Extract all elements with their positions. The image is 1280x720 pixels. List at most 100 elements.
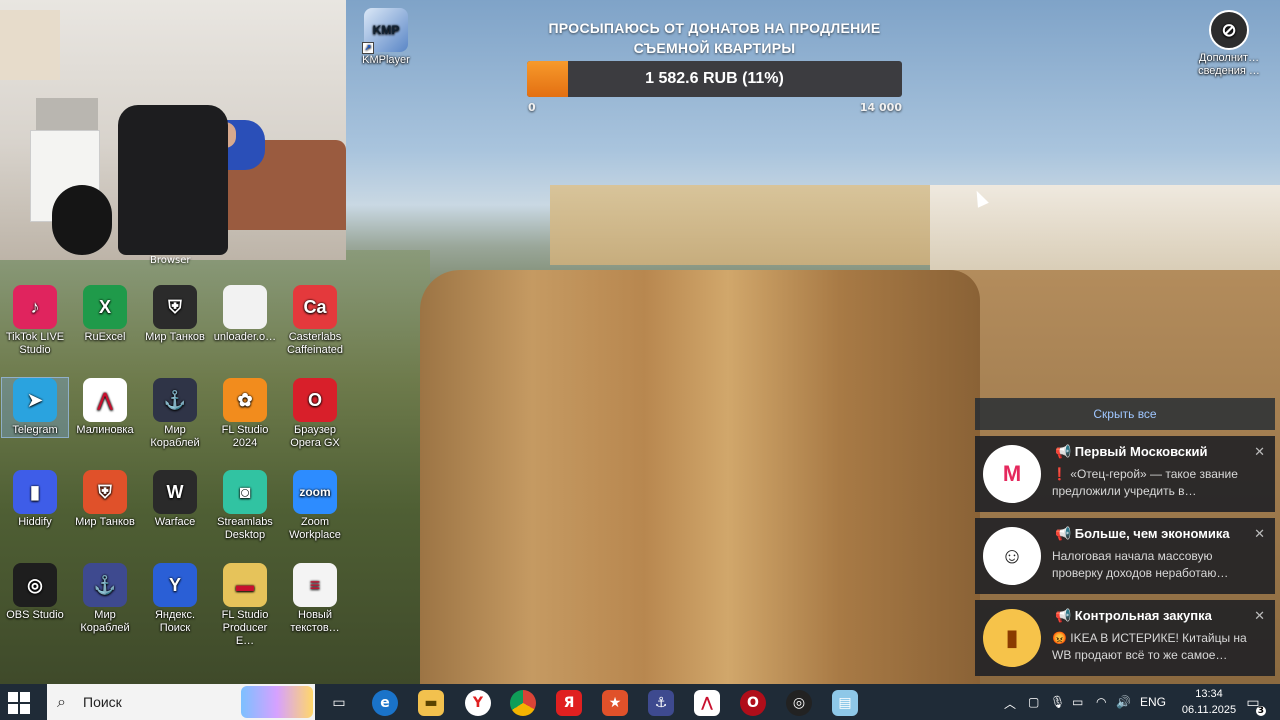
desktop-icon-info[interactable]: ⊘ Дополнит… сведения … <box>1196 10 1262 78</box>
obs-icon: ◎ <box>13 563 57 607</box>
notification-channel: 📢 Больше, чем экономика <box>1055 526 1230 541</box>
battery-icon[interactable]: ▭ <box>1072 695 1083 709</box>
malinovka-icon[interactable]: ⋀ <box>694 690 720 716</box>
desktop-icon-label: KMPlayer <box>362 54 410 66</box>
taskbar-search[interactable]: ⌕ Поиск <box>47 684 315 720</box>
taskbar: ⌕ Поиск ▭ e ▬ Y Я ★ ⚓ ⋀ O ◎ ▤ ︿ ▢ 🎙 ▭ ◠ … <box>0 684 1280 720</box>
language-indicator[interactable]: ENG <box>1140 695 1166 709</box>
notification-panel: Скрыть все М 📢 Первый Московский ❗ «Отец… <box>975 398 1275 676</box>
warface-icon: W <box>153 470 197 514</box>
search-highlight-art <box>241 686 313 718</box>
yandex-browser-icon[interactable]: Y <box>465 690 491 716</box>
channel-avatar: ▮ <box>983 609 1041 667</box>
tank-game-icon[interactable]: ★ <box>602 690 628 716</box>
donation-amount: 1 582.6 RUB (11%) <box>645 70 784 87</box>
channel-avatar: М <box>983 445 1041 503</box>
casterlabs-icon: Ca <box>293 285 337 329</box>
chrome-icon[interactable] <box>510 690 536 716</box>
desktop-icon[interactable]: ⚓ Мир Кораблей <box>142 378 208 450</box>
tray-chevron-icon[interactable]: ︿ <box>1004 695 1016 712</box>
desktop-icon-label: FL Studio Producer E… <box>221 609 269 647</box>
desktop-icon[interactable]: ⛨ Мир Танков <box>72 470 138 529</box>
operagx-icon: O <box>293 378 337 422</box>
tank-icon: ⛨ <box>83 470 127 514</box>
clock-time: 13:34 <box>1195 688 1223 700</box>
desktop-icon[interactable]: ≡ Новый текстов… <box>282 563 348 635</box>
taskbar-clock[interactable]: 13:34 06.11.2025 <box>1178 686 1240 718</box>
notification-center-icon[interactable]: ▭ 3 <box>1240 690 1266 716</box>
edge-icon[interactable]: e <box>372 690 398 716</box>
search-placeholder: Поиск <box>83 694 122 710</box>
desktop-icon-label: Мир Танков <box>145 331 205 343</box>
desktop-icon[interactable]: ▮ Hiddify <box>2 470 68 529</box>
desktop-icon-label: Telegram <box>12 424 58 436</box>
desktop-icon[interactable]: W Warface <box>142 470 208 529</box>
close-icon[interactable]: ✕ <box>1254 526 1265 542</box>
desktop-icon[interactable]: ♪ TikTok LIVE Studio <box>2 285 68 357</box>
close-icon[interactable]: ✕ <box>1254 444 1265 460</box>
close-icon[interactable]: ✕ <box>1254 608 1265 624</box>
yandex-icon: Y <box>153 563 197 607</box>
desktop-icon-label: Hiddify <box>18 516 52 528</box>
desktop-icon[interactable]: Ca Casterlabs Caffeinated <box>282 285 348 357</box>
wifi-icon[interactable]: ◠ <box>1096 695 1106 709</box>
donation-min: 0 <box>528 101 536 114</box>
desktop-icon-label: FL Studio 2024 <box>221 424 269 449</box>
microphone-icon[interactable]: 🎙 <box>1050 695 1065 709</box>
desktop-icon-label: Яндекс. Поиск <box>154 609 196 634</box>
desktop-icon-label: Малиновка <box>76 424 134 436</box>
desktop-icon[interactable]: Y Яндекс. Поиск <box>142 563 208 635</box>
desktop-icon[interactable]: ⚓ Мир Кораблей <box>72 563 138 635</box>
desktop-icon-label: Мир Кораблей <box>80 609 130 634</box>
hide-all-button[interactable]: Скрыть все <box>975 398 1275 430</box>
obs-icon[interactable]: ◎ <box>786 690 812 716</box>
channel-avatar: ☺ <box>983 527 1041 585</box>
desktop-icon[interactable]: zoom Zoom Workplace <box>282 470 348 542</box>
desktop-icon-label: Casterlabs Caffeinated <box>286 331 344 356</box>
notification-card[interactable]: ▮ 📢 Контрольная закупка 😡 IKEA В ИСТЕРИК… <box>975 600 1275 676</box>
desktop-icon-label: Мир Танков <box>75 516 135 528</box>
webcam-overlay <box>0 0 346 260</box>
notification-count-badge: 3 <box>1255 706 1266 716</box>
desktop-icon[interactable]: ✿ FL Studio 2024 <box>212 378 278 450</box>
hiddify-icon: ▮ <box>13 470 57 514</box>
notification-card[interactable]: М 📢 Первый Московский ❗ «Отец-герой» — т… <box>975 436 1275 512</box>
cliff-scenery <box>420 270 980 684</box>
yandex-icon[interactable]: Я <box>556 690 582 716</box>
tray-device-icon[interactable]: ▢ <box>1028 695 1039 709</box>
desktop-icon[interactable]: O Браузер Opera GX <box>282 378 348 450</box>
clock-date: 06.11.2025 <box>1181 704 1237 716</box>
ship-icon: ⚓ <box>153 378 197 422</box>
malinovka-icon: ⋀ <box>83 378 127 422</box>
desktop-icon-label: Мир Кораблей <box>150 424 200 449</box>
desktop-icon[interactable]: ➤ Telegram <box>1 377 69 438</box>
desktop-icon[interactable]: ▬ FL Studio Producer E… <box>212 563 278 648</box>
ship-game-icon[interactable]: ⚓ <box>648 690 674 716</box>
volume-icon[interactable]: 🔊 <box>1116 695 1131 709</box>
notification-card[interactable]: ☺ 📢 Больше, чем экономика Налоговая нача… <box>975 518 1275 594</box>
desktop-icon-label: TikTok LIVE Studio <box>5 331 65 356</box>
kmplayer-icon: KMP ↗ <box>362 8 408 54</box>
windows-start-icon[interactable] <box>8 692 30 714</box>
desktop-icon[interactable]: ◎ OBS Studio <box>2 563 68 622</box>
desktop-icon-label: Дополнит… сведения … <box>1198 52 1260 77</box>
task-view-icon[interactable]: ▭ <box>326 690 352 716</box>
notepad-icon[interactable]: ▤ <box>832 690 858 716</box>
desktop-icon-label: Zoom Workplace <box>289 516 341 541</box>
desktop-icon[interactable]: ◙ Streamlabs Desktop <box>212 470 278 542</box>
desktop-icon[interactable]: ⋀ Малиновка <box>72 378 138 437</box>
desktop-icon[interactable]: X RuExcel <box>72 285 138 344</box>
desktop-icon-kmplayer[interactable]: KMP ↗ KMPlayer <box>353 8 419 67</box>
tiktok-icon: ♪ <box>13 285 57 329</box>
folder-icon: ▬ <box>223 563 267 607</box>
notification-channel: 📢 Контрольная закупка <box>1055 608 1212 623</box>
zoom-icon: zoom <box>293 470 337 514</box>
donation-progress-bar: 1 582.6 RUB (11%) <box>527 61 902 97</box>
explorer-icon[interactable]: ▬ <box>418 690 444 716</box>
desktop-icon[interactable]: unloader.o… <box>212 285 278 344</box>
notification-text: 😡 IKEA В ИСТЕРИКЕ! Китайцы на WB продают… <box>1052 631 1247 662</box>
opera-icon[interactable]: O <box>740 690 766 716</box>
desktop-icon[interactable]: ⛨ Мир Танков <box>142 285 208 344</box>
excel-icon: X <box>83 285 127 329</box>
donation-goal-widget: ПРОСЫПАЮСЬ ОТ ДОНАТОВ НА ПРОДЛЕНИЕ СЪЕМН… <box>527 18 902 128</box>
